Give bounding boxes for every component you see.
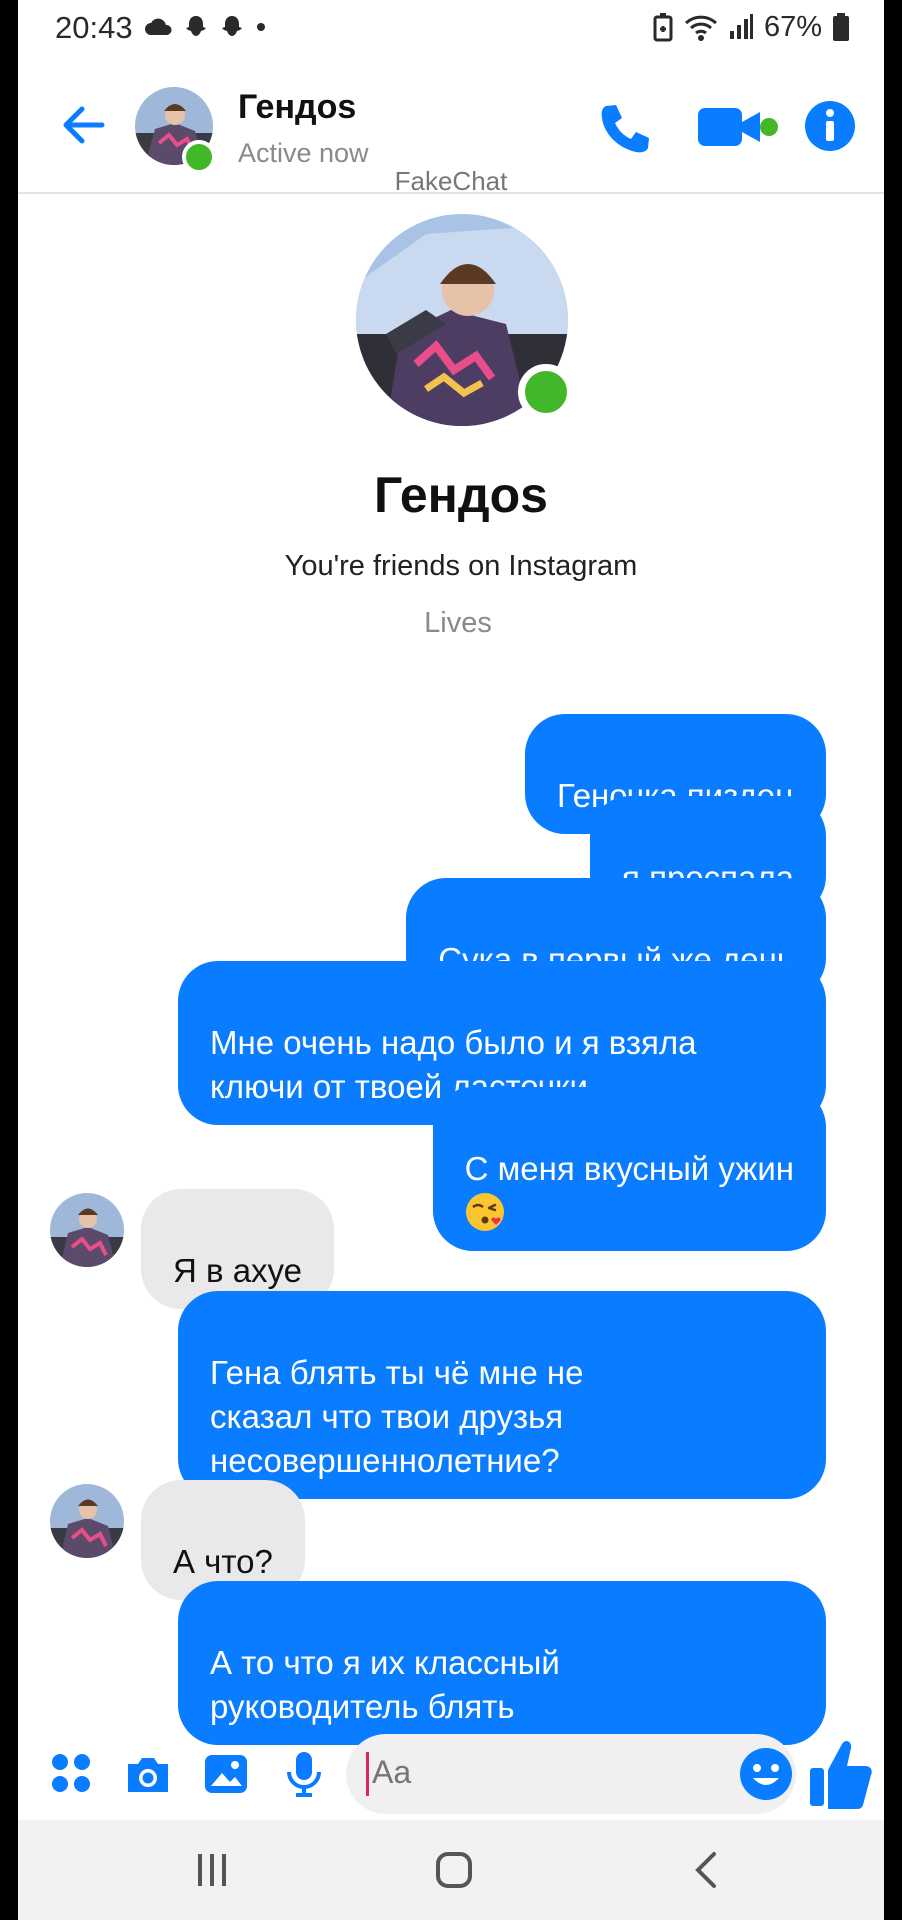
- watermark: FakeChat: [394, 166, 508, 196]
- wifi-icon: [684, 15, 717, 41]
- contact-avatar-small[interactable]: [50, 1193, 124, 1267]
- system-nav-bar: [18, 1820, 884, 1920]
- profile-subtitle: You're friends on Instagram: [284, 550, 638, 582]
- status-time: 20:43: [55, 10, 133, 45]
- back-arrow-icon[interactable]: [58, 100, 108, 150]
- apps-grid-icon[interactable]: [48, 1750, 96, 1798]
- message-text: Я в ахуе: [173, 1252, 303, 1289]
- profile-location: Lives: [424, 607, 492, 639]
- home-icon[interactable]: [434, 1848, 474, 1892]
- contact-status: Active now: [238, 138, 369, 168]
- message-text: Гена блять ты чё мне не сказал что твои …: [210, 1354, 584, 1479]
- contact-avatar-small[interactable]: [50, 1484, 124, 1558]
- video-active-indicator: [760, 118, 778, 136]
- recent-apps-icon[interactable]: [194, 1848, 230, 1892]
- message-text: А что?: [173, 1543, 273, 1580]
- back-icon[interactable]: [690, 1848, 720, 1892]
- cloud-icon: [145, 18, 172, 35]
- camera-icon[interactable]: [124, 1750, 172, 1798]
- battery-saver-icon: [653, 13, 673, 42]
- chat-header: Гендоs Active now FakeChat: [18, 62, 884, 196]
- message-text: С меня вкусный ужин: [464, 1150, 794, 1187]
- emoji-icon[interactable]: [738, 1746, 794, 1802]
- messenger-screen: 20:43 67% Гендоs Active now FakeChat Ген…: [18, 0, 884, 1920]
- dot-icon: [257, 23, 265, 31]
- phone-icon[interactable]: [596, 102, 652, 154]
- battery-percent: 67%: [763, 10, 822, 43]
- video-camera-icon[interactable]: [698, 106, 768, 148]
- microphone-icon[interactable]: [280, 1750, 328, 1798]
- message-composer: [18, 1730, 884, 1818]
- outgoing-message[interactable]: С меня вкусный ужин: [432, 1087, 826, 1251]
- contact-name[interactable]: Гендоs: [238, 88, 356, 127]
- thumbs-up-icon[interactable]: [808, 1736, 874, 1810]
- profile-name: Гендоs: [374, 467, 548, 523]
- signal-icon: [729, 14, 753, 39]
- outgoing-message[interactable]: Гена блять ты чё мне не сказал что твои …: [178, 1291, 826, 1499]
- status-bar: 20:43 67%: [18, 0, 884, 56]
- system-icons: 67%: [652, 10, 850, 44]
- text-caret: [366, 1752, 369, 1796]
- notification-icons: [144, 13, 268, 41]
- profile-online-indicator: [518, 364, 574, 420]
- snapchat-icon: [186, 16, 206, 36]
- kissing-face-emoji: [465, 1193, 504, 1231]
- info-icon[interactable]: [804, 100, 856, 152]
- outgoing-message[interactable]: А то что я их классный руководитель блят…: [178, 1581, 826, 1745]
- message-text: А то что я их классный руководитель блят…: [210, 1644, 560, 1725]
- message-input[interactable]: [372, 1754, 732, 1791]
- gallery-icon[interactable]: [202, 1750, 250, 1798]
- message-input-box[interactable]: [346, 1734, 796, 1814]
- snapchat-icon: [222, 16, 242, 36]
- battery-icon: [833, 13, 849, 41]
